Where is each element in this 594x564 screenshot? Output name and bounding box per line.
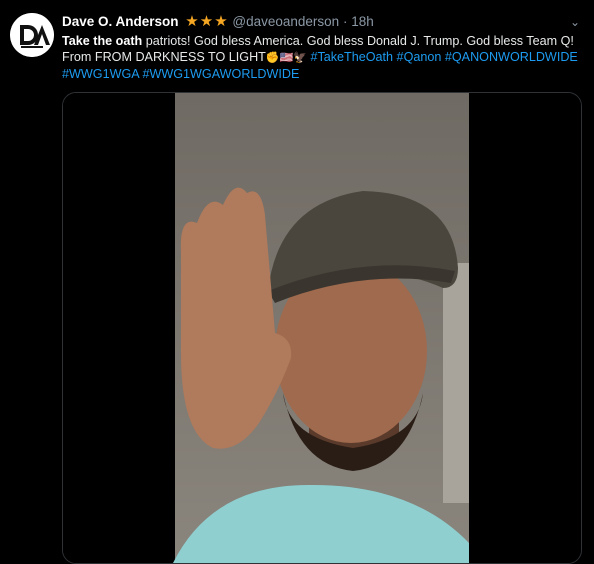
emoji-group: ✊🇺🇸🦅	[265, 52, 307, 64]
separator: ·	[342, 14, 348, 29]
hashtags-line-1[interactable]: #TakeTheOath #Qanon #QANONWORLDWIDE	[310, 50, 577, 64]
user-handle[interactable]: @daveoanderson	[232, 14, 339, 29]
video-frame	[63, 93, 581, 563]
hashtags-line-2[interactable]: #WWG1WGA #WWG1WGAWORLDWIDE	[62, 67, 299, 81]
tweet-text-bold: Take the oath	[62, 34, 143, 48]
tweet-header: Dave O. Anderson ★★★ @daveoanderson · 18…	[62, 12, 580, 32]
avatar[interactable]	[10, 13, 54, 57]
display-name[interactable]: Dave O. Anderson	[62, 14, 179, 29]
video-player[interactable]	[62, 92, 582, 564]
timestamp[interactable]: 18h	[351, 14, 374, 29]
stars-badge: ★★★	[185, 13, 229, 30]
brand-logo-icon	[10, 13, 54, 57]
chevron-down-icon[interactable]: ⌄	[570, 12, 580, 32]
tweet-text: Take the oath patriots! God bless Americ…	[62, 33, 586, 82]
